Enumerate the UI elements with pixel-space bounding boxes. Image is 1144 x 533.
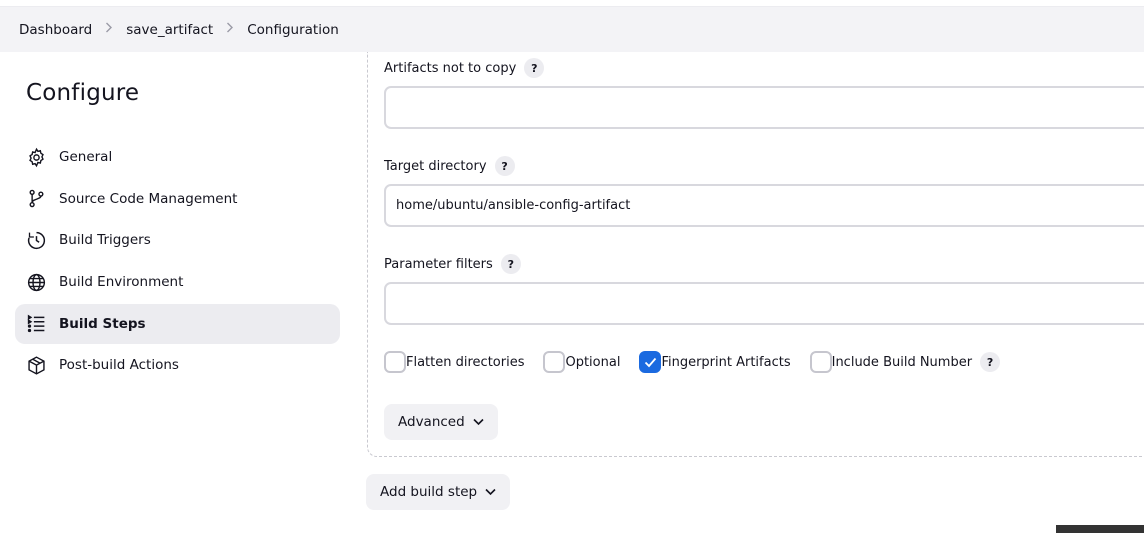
artifacts-not-to-copy-input[interactable] xyxy=(384,86,1144,129)
fingerprint-artifacts-checkbox[interactable]: Fingerprint Artifacts xyxy=(639,351,791,373)
checkbox-box[interactable] xyxy=(384,351,406,373)
breadcrumb-dashboard[interactable]: Dashboard xyxy=(19,22,92,38)
page-title: Configure xyxy=(26,80,140,106)
checkmark-icon[interactable] xyxy=(639,351,662,373)
chevron-right-icon xyxy=(226,22,234,37)
sidebar-nav: General Source Code Management Build Tri… xyxy=(15,137,340,387)
clock-icon xyxy=(26,230,47,251)
parameter-filters-input[interactable] xyxy=(384,282,1144,325)
sidebar-item-build-triggers[interactable]: Build Triggers xyxy=(15,220,340,260)
list-icon xyxy=(26,313,47,334)
sidebar-item-source-code-management[interactable]: Source Code Management xyxy=(15,179,340,219)
parameter-filters-label: Parameter filters ? xyxy=(384,254,521,274)
checkbox-label: Fingerprint Artifacts xyxy=(661,354,791,370)
checkbox-label: Optional xyxy=(565,354,621,370)
breadcrumb: Dashboard save_artifact Configuration xyxy=(0,6,1144,52)
chevron-right-icon xyxy=(105,22,113,37)
chevron-down-icon xyxy=(485,488,496,496)
button-label: Advanced xyxy=(398,414,465,430)
field-label-text: Parameter filters xyxy=(384,256,493,272)
target-directory-label: Target directory ? xyxy=(384,156,515,176)
sidebar-item-build-steps[interactable]: Build Steps xyxy=(15,303,340,344)
sidebar-item-label: Build Triggers xyxy=(59,232,151,249)
package-icon xyxy=(26,355,47,376)
sidebar-item-label: Post-build Actions xyxy=(59,357,179,374)
bottom-toolbar-edge xyxy=(1056,525,1144,533)
sidebar-item-label: Build Environment xyxy=(59,274,184,291)
sidebar-item-build-environment[interactable]: Build Environment xyxy=(15,262,340,302)
sidebar-item-post-build-actions[interactable]: Post-build Actions xyxy=(15,345,340,385)
help-icon[interactable]: ? xyxy=(500,254,521,274)
chevron-down-icon xyxy=(473,418,484,426)
breadcrumb-save-artifact[interactable]: save_artifact xyxy=(126,22,213,38)
sidebar-item-general[interactable]: General xyxy=(15,137,340,177)
advanced-button[interactable]: Advanced xyxy=(384,404,498,440)
help-icon[interactable]: ? xyxy=(494,156,515,176)
optional-checkbox[interactable]: Optional xyxy=(543,351,620,373)
checkbox-label: Flatten directories xyxy=(406,354,525,370)
gear-icon xyxy=(26,147,47,168)
flatten-directories-checkbox[interactable]: Flatten directories xyxy=(384,351,524,373)
field-label-text: Artifacts not to copy xyxy=(384,60,517,76)
sidebar-item-label: General xyxy=(59,149,113,165)
branch-icon xyxy=(26,188,47,209)
checkbox-box[interactable] xyxy=(543,351,566,373)
artifacts-not-to-copy-label: Artifacts not to copy ? xyxy=(384,58,545,78)
checkbox-box[interactable] xyxy=(809,351,832,373)
target-directory-input[interactable] xyxy=(384,184,1144,227)
checkbox-row: Flatten directories Optional Fingerprint… xyxy=(384,351,1001,373)
help-icon[interactable]: ? xyxy=(980,352,1001,372)
field-label-text: Target directory xyxy=(384,158,487,174)
sidebar-item-label: Build Steps xyxy=(59,315,146,332)
help-icon[interactable]: ? xyxy=(524,58,545,78)
globe-icon xyxy=(26,272,47,293)
checkbox-label: Include Build Number xyxy=(831,354,973,370)
add-build-step-button[interactable]: Add build step xyxy=(366,474,511,510)
sidebar-item-label: Source Code Management xyxy=(59,190,238,207)
breadcrumb-configuration[interactable]: Configuration xyxy=(247,22,339,38)
button-label: Add build step xyxy=(380,484,478,500)
include-build-number-checkbox[interactable]: Include Build Number xyxy=(809,351,973,373)
